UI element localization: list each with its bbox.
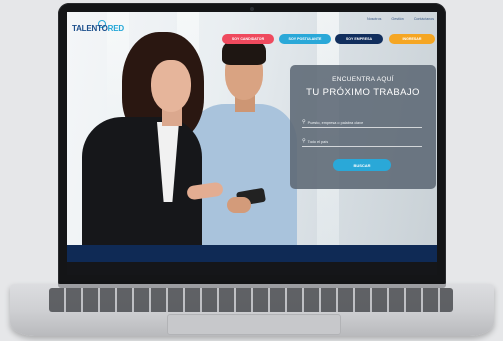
screen-bottom xyxy=(67,262,437,275)
site-logo[interactable]: TALENTORED xyxy=(72,24,124,33)
search-card-headline: TU PRÓXIMO TRABAJO xyxy=(306,87,420,98)
search-card-kicker: ENCUENTRA AQUÍ xyxy=(332,76,394,83)
woman-jacket xyxy=(82,117,202,245)
search-card: ENCUENTRA AQUÍ TU PRÓXIMO TRABAJO ⚲ Pues… xyxy=(290,65,436,189)
top-links: Nosotros Gestión Contáctanos xyxy=(367,17,434,21)
soy-postulante-button[interactable]: SOY POSTULANTE xyxy=(279,34,331,44)
soy-candidator-button[interactable]: SOY CANDIDATOR xyxy=(222,34,274,44)
man-shirt xyxy=(187,104,297,245)
woman-face xyxy=(151,60,191,112)
hero-image: TALENTORED Nosotros Gestión Contáctanos … xyxy=(67,12,437,245)
keyword-placeholder: Puesto, empresa o palabra clave xyxy=(307,120,364,125)
man-hand xyxy=(227,197,251,213)
location-pin-icon: ⚲ xyxy=(302,138,306,144)
ingresar-button[interactable]: INGRESAR xyxy=(389,34,435,44)
toplink-gestion[interactable]: Gestión xyxy=(391,17,403,21)
laptop-screen: TALENTORED Nosotros Gestión Contáctanos … xyxy=(67,12,437,275)
trackpad xyxy=(167,314,341,335)
footer-band xyxy=(67,245,437,262)
keyboard xyxy=(49,288,453,312)
logo-text: TALENTO xyxy=(72,24,108,33)
soy-empresa-button[interactable]: SOY EMPRESA xyxy=(335,34,383,44)
toplink-nosotros[interactable]: Nosotros xyxy=(367,17,381,21)
laptop-bezel: TALENTORED Nosotros Gestión Contáctanos … xyxy=(58,3,446,286)
webcam-icon xyxy=(250,7,254,11)
search-icon: ⚲ xyxy=(302,119,306,125)
location-placeholder: Todo el país xyxy=(307,139,329,144)
search-button[interactable]: BUSCAR xyxy=(333,159,391,171)
toplink-contactanos[interactable]: Contáctanos xyxy=(414,17,434,21)
logo-accent-text: RED xyxy=(107,24,125,33)
location-input[interactable]: ⚲ Todo el país xyxy=(302,137,422,147)
keyword-input[interactable]: ⚲ Puesto, empresa o palabra clave xyxy=(302,118,422,128)
